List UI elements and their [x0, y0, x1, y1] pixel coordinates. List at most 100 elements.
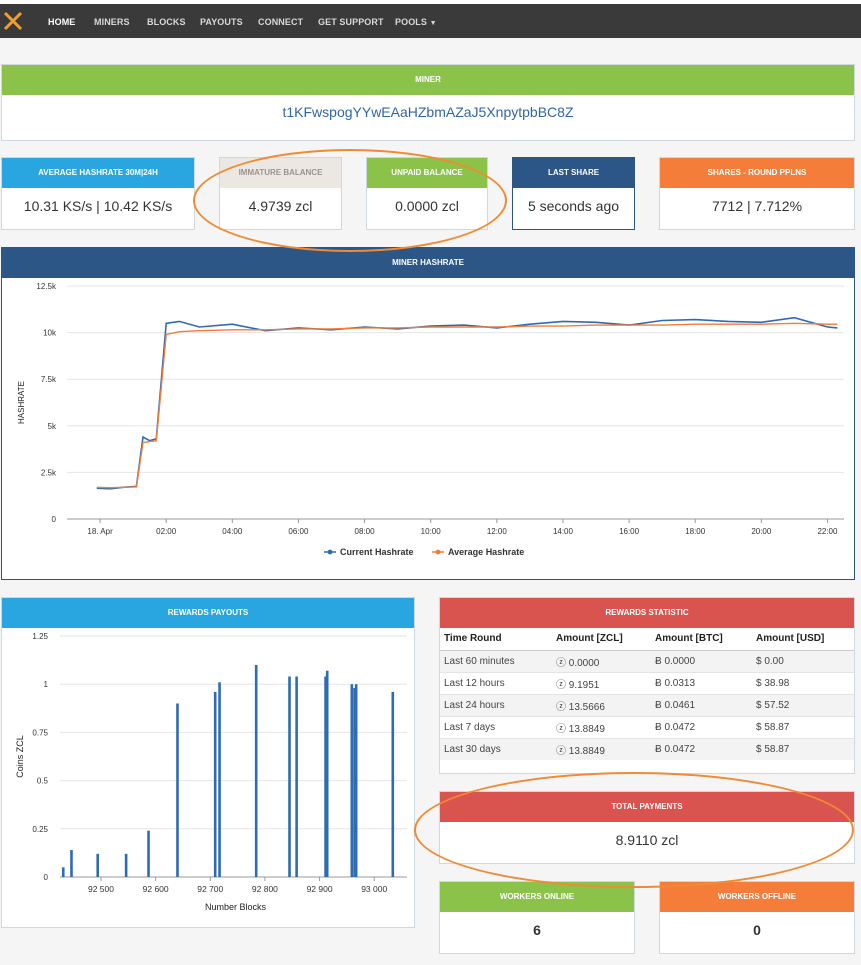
- x-tick-label: 22:00: [817, 527, 838, 536]
- payout-bar: [96, 853, 100, 877]
- avg-hashrate-value: 10.31 KS/s | 10.42 KS/s: [23, 198, 173, 214]
- table-cell: Ƀ 0.0472: [651, 737, 752, 760]
- y-axis-title: HASHRATE: [17, 381, 26, 424]
- x-tick-label: 93 000: [361, 884, 387, 894]
- nav-miners[interactable]: MINERS: [94, 4, 130, 38]
- table-cell: Ƀ 0.0472: [651, 715, 752, 738]
- shares-card: SHARES - ROUND PPLNS 7712 | 7.712%: [659, 157, 855, 230]
- rewards-statistic-header: REWARDS STATISTIC: [440, 598, 854, 628]
- caret-down-icon: ▼: [429, 20, 437, 27]
- workers-online-card: WORKERS ONLINE 6: [439, 881, 635, 954]
- workers-offline-value: 0: [753, 922, 761, 938]
- column-header: Time Round: [440, 628, 552, 651]
- table-row: Last 30 days ⓩ 13.8849 Ƀ 0.0472 $ 58.87: [440, 737, 854, 760]
- table-cell: Ƀ 0.0461: [651, 693, 752, 716]
- table-row: Last 7 days ⓩ 13.8849 Ƀ 0.0472 $ 58.87: [440, 715, 854, 738]
- y-tick-label: 2.5k: [41, 468, 57, 477]
- legend-average-hashrate: Average Hashrate: [448, 547, 524, 557]
- table-cell: Ƀ 0.0000: [651, 649, 752, 672]
- x-tick-label: 16:00: [619, 527, 640, 536]
- hashrate-chart[interactable]: 0 2.5k 5k 7.5k 10k 12.5k HASHRATE 18. Apr 02:00 0…: [2, 278, 854, 580]
- last-share-label: LAST SHARE: [513, 158, 634, 188]
- miner-address[interactable]: t1KFwspogYYwEAaHZbmAZaJ5XnpytpbBC8Z: [2, 95, 854, 120]
- payout-bar: [325, 670, 329, 877]
- y-tick-label: 0.5: [37, 777, 49, 786]
- table-row: Last 60 minutes ⓩ 0.0000 Ƀ 0.0000 $ 0.00: [440, 649, 854, 672]
- x-tick-label: 14:00: [553, 527, 574, 536]
- x-axis-title: Number Blocks: [205, 902, 267, 912]
- x-tick-label: 06:00: [288, 527, 309, 536]
- workers-offline-card: WORKERS OFFLINE 0: [659, 881, 855, 954]
- x-tick-label: 12:00: [487, 527, 508, 536]
- logo-icon[interactable]: [2, 10, 24, 32]
- table-cell: $ 58.87: [752, 737, 854, 760]
- legend-current-hashrate: Current Hashrate: [340, 547, 414, 557]
- x-tick-label: 92 700: [197, 884, 223, 894]
- table-cell: Last 30 days: [440, 737, 552, 760]
- rewards-payouts-chart[interactable]: 0 0.25 0.5 0.75 1 1.25 Coins ZCL 92 500 92 600 92…: [2, 628, 414, 928]
- x-tick-label: 18:00: [685, 527, 706, 536]
- x-tick-label: 10:00: [421, 527, 442, 536]
- table-cell: ⓩ 13.5666: [552, 693, 651, 716]
- payout-bar: [254, 664, 258, 877]
- workers-online-label: WORKERS ONLINE: [440, 882, 634, 912]
- shares-value: 7712 | 7.712%: [711, 198, 803, 214]
- average-hashrate-line: [96, 322, 838, 489]
- y-tick-label: 0.25: [32, 825, 48, 834]
- total-payments-value: 8.9110 zcl: [615, 832, 679, 848]
- immature-balance-card: IMMATURE BALANCE 4.9739 zcl: [219, 157, 342, 230]
- x-tick-label: 20:00: [751, 527, 772, 536]
- payout-bar: [70, 850, 73, 877]
- total-payments-label: TOTAL PAYMENTS: [440, 792, 854, 822]
- column-header: Amount [USD]: [752, 628, 854, 651]
- x-tick-label: 92 500: [88, 884, 114, 894]
- nav-pools[interactable]: POOLS ▼: [395, 4, 437, 38]
- x-tick-label: 92 900: [307, 884, 333, 894]
- last-share-card: LAST SHARE 5 seconds ago: [512, 157, 635, 230]
- y-tick-label: 1.25: [32, 632, 48, 641]
- table-cell: ⓩ 13.8849: [552, 715, 651, 738]
- miner-hashrate-header: MINER HASHRATE: [2, 248, 854, 278]
- last-share-value: 5 seconds ago: [527, 198, 620, 214]
- legend-marker: [327, 549, 333, 555]
- column-header: Amount [ZCL]: [552, 628, 651, 651]
- navbar: HOME MINERS BLOCKS PAYOUTS CONNECT GET S…: [0, 4, 861, 38]
- legend-marker: [435, 549, 441, 555]
- nav-home[interactable]: HOME: [48, 4, 75, 38]
- table-cell: $ 38.98: [752, 671, 854, 694]
- nav-get-support[interactable]: GET SUPPORT: [318, 4, 384, 38]
- payout-bar: [295, 676, 298, 877]
- table-cell: Ƀ 0.0313: [651, 671, 752, 694]
- rewards-statistic-table: Time Round Amount [ZCL] Amount [BTC] Amo…: [440, 628, 854, 760]
- payout-bar: [288, 676, 291, 877]
- workers-online-value: 6: [533, 922, 541, 938]
- table-cell: $ 58.87: [752, 715, 854, 738]
- x-tick-label: 04:00: [222, 527, 243, 536]
- y-tick-label: 7.5k: [41, 375, 57, 384]
- column-header: Amount [BTC]: [651, 628, 752, 651]
- y-axis-title: Coins ZCL: [15, 735, 25, 778]
- x-tick-label: 18. Apr: [87, 527, 113, 536]
- table-row: Last 12 hours ⓩ 9.1951 Ƀ 0.0313 $ 38.98: [440, 671, 854, 694]
- table-cell: ⓩ 13.8849: [552, 737, 651, 760]
- nav-payouts[interactable]: PAYOUTS: [200, 4, 243, 38]
- nav-connect[interactable]: CONNECT: [258, 4, 303, 38]
- x-tick-label: 92 800: [252, 884, 278, 894]
- y-tick-label: 12.5k: [36, 282, 57, 291]
- miner-hashrate-panel: MINER HASHRATE 0 2.5k 5k 7.5k 10k 12.5k HASHRA…: [1, 247, 855, 580]
- nav-pools-label: POOLS: [395, 17, 428, 27]
- x-tick-label: 08:00: [355, 527, 376, 536]
- y-tick-label: 0.75: [32, 728, 48, 737]
- rewards-payouts-panel: REWARDS PAYOUTS 0 0.25 0.5 0.75 1 1.25 Coins Z…: [1, 597, 415, 928]
- payout-bar: [218, 682, 221, 877]
- nav-blocks[interactable]: BLOCKS: [147, 4, 186, 38]
- miner-panel: MINER t1KFwspogYYwEAaHZbmAZaJ5XnpytpbBC8…: [1, 64, 855, 141]
- x-tick-label: 02:00: [156, 527, 177, 536]
- table-cell: Last 60 minutes: [440, 649, 552, 672]
- workers-offline-label: WORKERS OFFLINE: [660, 882, 854, 912]
- total-payments-card: TOTAL PAYMENTS 8.9110 zcl: [439, 791, 855, 864]
- table-cell: $ 57.52: [752, 693, 854, 716]
- avg-hashrate-label: AVERAGE HASHRATE 30M|24H: [2, 158, 194, 188]
- table-row: Last 24 hours ⓩ 13.5666 Ƀ 0.0461 $ 57.52: [440, 693, 854, 716]
- y-tick-label: 10k: [43, 329, 57, 338]
